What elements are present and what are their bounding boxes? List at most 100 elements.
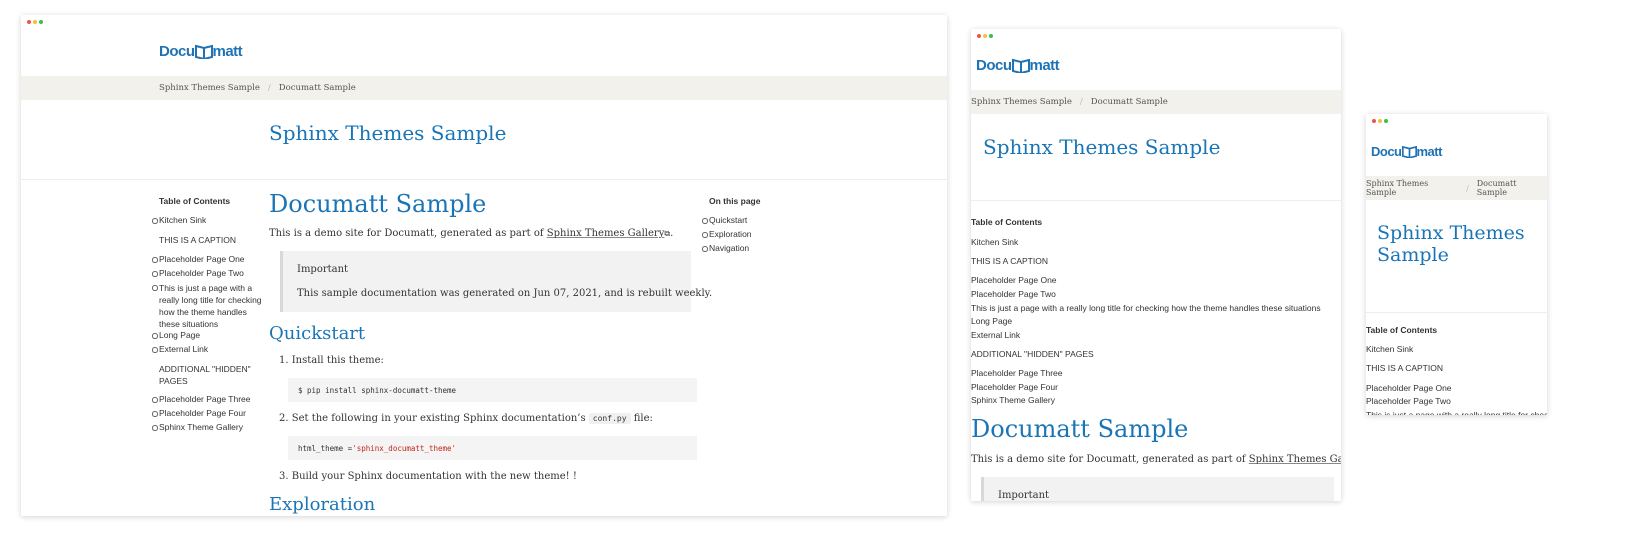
toc-item-placeholder-two[interactable]: Placeholder Page Two [971,289,1056,299]
otp-item-quickstart[interactable]: Quickstart [709,215,747,225]
breadcrumb: Sphinx Themes Sample / Documatt Sample [971,90,1341,114]
maximize-dot-icon[interactable] [1384,119,1388,123]
toc-item-long-page[interactable]: Long Page [971,316,1012,326]
section-heading-quickstart: Quickstart [269,323,366,344]
toc-item-placeholder-one[interactable]: Placeholder Page One [1366,383,1452,393]
toc-item-placeholder-four[interactable]: Placeholder Page Four [971,382,1058,392]
toc-item-placeholder-two[interactable]: Placeholder Page Two [159,268,244,278]
bullet-icon [702,246,708,252]
mobile-window: Docu matt Sphinx Themes Sample / Documatt … [1366,114,1547,415]
intro-end: . [670,228,674,239]
important-admonition: Important This sample documentation was … [280,251,712,312]
breadcrumb-item-home[interactable]: Sphinx Themes Sample [971,97,1072,107]
toc-caption: THIS IS A CAPTION [971,256,1048,266]
toc-item-placeholder-three[interactable]: Placeholder Page Three [159,394,251,404]
toc-item-external-link[interactable]: External Link [159,344,208,354]
bullet-icon [152,397,158,403]
close-dot-icon[interactable] [27,20,31,24]
intro-text: This is a demo site for Documatt, genera… [269,228,547,239]
logo-text-pre: Docu [976,57,1012,74]
logo-text-pre: Docu [159,43,195,60]
otp-item-navigation[interactable]: Navigation [709,243,749,253]
step-1-text: Install this theme: [291,355,384,366]
minimize-dot-icon[interactable] [1378,119,1382,123]
toc-item-long-title[interactable]: This is just a page with a really long t… [971,303,1321,313]
breadcrumb-item-current[interactable]: Documatt Sample [1091,97,1168,107]
window-titlebar [1366,114,1547,127]
gallery-link[interactable]: Sphinx Themes Gallery [1249,454,1341,465]
toc-item-kitchen-sink[interactable]: Kitchen Sink [971,237,1018,247]
toc-item-long-title[interactable]: This is just a page with a really long t… [159,282,262,330]
maximize-dot-icon[interactable] [39,20,43,24]
logo-text-post: matt [1416,144,1443,159]
toc-line: PAGES [159,376,188,386]
intro-paragraph: This is a demo site for Documatt, genera… [269,228,673,239]
minimize-dot-icon[interactable] [33,20,37,24]
intro-paragraph: This is a demo site for Documatt, genera… [971,454,1341,465]
breadcrumb-item-current[interactable]: Documatt Sample [279,83,356,93]
page-heading: Documatt Sample [269,190,487,218]
admonition-title: Important [998,490,1050,501]
breadcrumb-item-current[interactable]: Documatt Sample [1477,179,1547,197]
step-2-end: file: [633,413,653,424]
logo[interactable]: Docu matt [976,57,1060,74]
maximize-dot-icon[interactable] [989,34,993,38]
gallery-link[interactable]: Sphinx Themes Gallery [547,228,665,239]
breadcrumb-separator: / [1466,183,1469,193]
toc-heading: Table of Contents [159,196,231,206]
code-block-install[interactable]: $ pip install sphinx-documatt-theme [288,378,697,402]
site-title: Sphinx Themes Sample [1377,222,1525,266]
toc-item-kitchen-sink[interactable]: Kitchen Sink [159,215,206,225]
open-book-icon [1401,145,1417,158]
bullet-icon [152,285,158,291]
toc-item-theme-gallery[interactable]: Sphinx Theme Gallery [159,422,243,432]
toc-heading: Table of Contents [1366,325,1438,335]
bullet-icon [152,333,158,339]
header-divider [21,179,947,180]
important-admonition: Important [981,477,1334,501]
toc-line: This is just a page with a [159,283,253,293]
toc-item-external-link[interactable]: External Link [971,330,1020,340]
toc-caption-hidden: ADDITIONAL "HIDDEN" PAGES [159,363,251,387]
otp-item-exploration[interactable]: Exploration [709,229,752,239]
breadcrumb: Sphinx Themes Sample / Documatt Sample [1366,176,1547,200]
logo-text-post: matt [1029,57,1060,74]
window-titlebar [971,29,1341,42]
toc-item-placeholder-one[interactable]: Placeholder Page One [971,275,1057,285]
toc-heading: Table of Contents [971,217,1043,227]
toc-item-long-title[interactable]: This is just a page with a really long t… [1366,410,1547,415]
header-divider [971,200,1341,201]
toc-item-theme-gallery[interactable]: Sphinx Theme Gallery [971,395,1055,405]
logo-text-post: matt [212,43,243,60]
minimize-dot-icon[interactable] [983,34,987,38]
code-block-config[interactable]: html_theme = 'sphinx_documatt_theme' [288,436,697,460]
admonition-body: This sample documentation was generated … [297,288,713,299]
step-1: 1. Install this theme: [279,355,384,366]
toc-line: really long title for checking [159,295,262,305]
inline-code: conf.py [588,413,631,424]
bullet-icon [152,271,158,277]
step-2: 2. Set the following in your existing Sp… [279,413,653,424]
logo[interactable]: Docu matt [159,43,243,60]
breadcrumb-item-home[interactable]: Sphinx Themes Sample [1366,179,1458,197]
step-3-text: Build your Sphinx documentation with the… [291,471,577,482]
breadcrumb: Sphinx Themes Sample / Documatt Sample [21,76,947,100]
bullet-icon [152,257,158,263]
toc-item-placeholder-two[interactable]: Placeholder Page Two [1366,396,1451,406]
toc-item-kitchen-sink[interactable]: Kitchen Sink [1366,344,1413,354]
toc-line: ADDITIONAL "HIDDEN" [159,364,251,374]
breadcrumb-item-home[interactable]: Sphinx Themes Sample [159,83,260,93]
toc-item-long-page[interactable]: Long Page [159,330,200,340]
bullet-icon [702,218,708,224]
code-text: $ pip install sphinx-documatt-theme [298,385,457,395]
desktop-window: Docu matt Sphinx Themes Sample / Documatt … [21,15,947,516]
breadcrumb-separator: / [267,83,271,93]
toc-item-placeholder-one[interactable]: Placeholder Page One [159,254,245,264]
toc-item-placeholder-four[interactable]: Placeholder Page Four [159,408,246,418]
close-dot-icon[interactable] [977,34,981,38]
close-dot-icon[interactable] [1372,119,1376,123]
window-titlebar [21,15,947,28]
logo[interactable]: Docu matt [1371,144,1442,159]
toc-item-placeholder-three[interactable]: Placeholder Page Three [971,368,1063,378]
step-3: 3. Build your Sphinx documentation with … [279,471,577,482]
